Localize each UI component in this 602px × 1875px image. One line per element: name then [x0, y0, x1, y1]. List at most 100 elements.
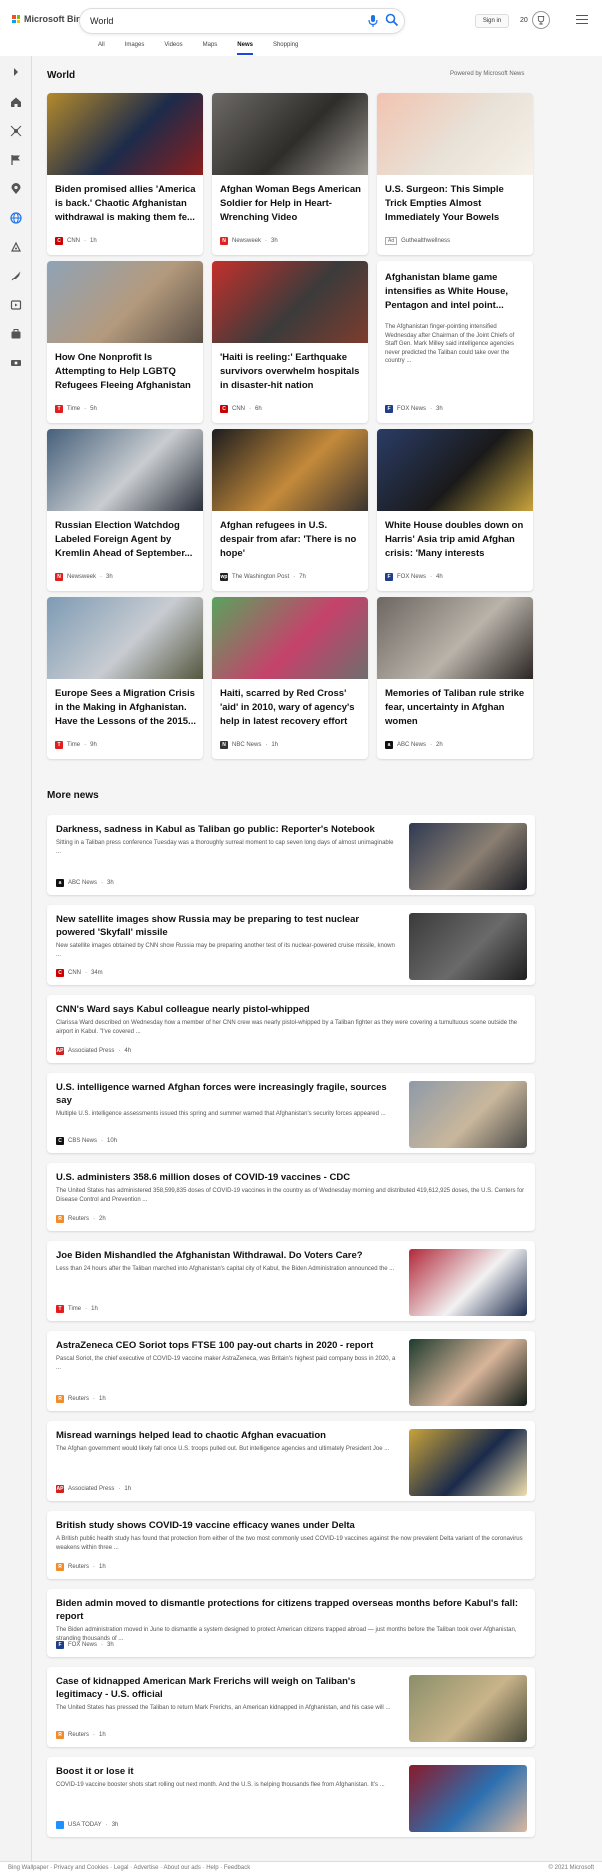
news-list-item[interactable]: Case of kidnapped American Mark Frerichs…	[47, 1667, 535, 1747]
news-card-image[interactable]	[212, 93, 368, 175]
news-card-image[interactable]	[212, 597, 368, 679]
news-item-title[interactable]: Joe Biden Mishandled the Afghanistan Wit…	[56, 1249, 396, 1262]
rewards-trophy-icon[interactable]	[532, 11, 550, 29]
news-source[interactable]: ABC News	[68, 880, 97, 886]
news-card-image[interactable]	[47, 429, 203, 511]
home-icon[interactable]	[10, 96, 22, 108]
news-source[interactable]: Guthealthwellness	[401, 238, 450, 244]
news-card[interactable]: Memories of Taliban rule strike fear, un…	[377, 597, 533, 759]
news-list-item[interactable]: Misread warnings helped lead to chaotic …	[47, 1421, 535, 1501]
tab-shopping[interactable]: Shopping	[263, 41, 308, 55]
news-card-title[interactable]: Russian Election Watchdog Labeled Foreig…	[55, 519, 197, 561]
news-item-title[interactable]: AstraZeneca CEO Soriot tops FTSE 100 pay…	[56, 1339, 396, 1352]
news-source[interactable]: Reuters	[68, 1564, 89, 1570]
news-item-thumbnail[interactable]	[409, 1429, 527, 1496]
news-source[interactable]: CNN	[67, 238, 80, 244]
news-item-thumbnail[interactable]	[409, 1339, 527, 1406]
news-source[interactable]: CNN	[232, 406, 245, 412]
news-source[interactable]: ABC News	[397, 742, 426, 748]
news-card[interactable]: How One Nonprofit Is Attempting to Help …	[47, 261, 203, 423]
news-card-image[interactable]	[212, 261, 368, 343]
news-item-thumbnail[interactable]	[409, 1675, 527, 1742]
news-item-title[interactable]: CNN's Ward says Kabul colleague nearly p…	[56, 1003, 526, 1016]
news-item-title[interactable]: Biden admin moved to dismantle protectio…	[56, 1597, 526, 1623]
news-card-image[interactable]	[212, 429, 368, 511]
news-item-thumbnail[interactable]	[409, 823, 527, 890]
news-source[interactable]: Time	[67, 406, 80, 412]
entertainment-icon[interactable]	[10, 299, 22, 311]
news-source[interactable]: NBC News	[232, 742, 261, 748]
news-list-item[interactable]: CNN's Ward says Kabul colleague nearly p…	[47, 995, 535, 1063]
news-item-thumbnail[interactable]	[409, 1765, 527, 1832]
tab-all[interactable]: All	[88, 41, 115, 55]
news-source[interactable]: The Washington Post	[232, 574, 289, 580]
news-source[interactable]: FOX News	[397, 574, 426, 580]
news-item-title[interactable]: New satellite images show Russia may be …	[56, 913, 396, 939]
news-card-image[interactable]	[47, 261, 203, 343]
news-list-item[interactable]: New satellite images show Russia may be …	[47, 905, 535, 985]
news-source[interactable]: Newsweek	[67, 574, 96, 580]
news-card-title[interactable]: Afghanistan blame game intensifies as Wh…	[385, 271, 527, 313]
news-source[interactable]: CNN	[68, 970, 81, 976]
news-list-item[interactable]: AstraZeneca CEO Soriot tops FTSE 100 pay…	[47, 1331, 535, 1411]
news-list-item[interactable]: Boost it or lose it COVID-19 vaccine boos…	[47, 1757, 535, 1837]
news-card[interactable]: Haiti, scarred by Red Cross' 'aid' in 20…	[212, 597, 368, 759]
expand-chevron-icon[interactable]	[10, 66, 22, 78]
news-card-title[interactable]: U.S. Surgeon: This Simple Trick Empties …	[385, 183, 527, 225]
news-item-thumbnail[interactable]	[409, 1081, 527, 1148]
news-source[interactable]: Associated Press	[68, 1486, 114, 1492]
news-item-title[interactable]: U.S. administers 358.6 million doses of …	[56, 1171, 526, 1184]
search-input[interactable]	[90, 13, 350, 29]
news-list-item[interactable]: U.S. intelligence warned Afghan forces w…	[47, 1073, 535, 1153]
news-source[interactable]: FOX News	[397, 406, 426, 412]
flag-icon[interactable]	[10, 154, 22, 166]
news-item-thumbnail[interactable]	[409, 1249, 527, 1316]
news-list-item[interactable]: British study shows COVID-19 vaccine eff…	[47, 1511, 535, 1579]
news-item-title[interactable]: Darkness, sadness in Kabul as Taliban go…	[56, 823, 396, 836]
news-source[interactable]: CBS News	[68, 1138, 97, 1144]
news-card-title[interactable]: Afghan Woman Begs American Soldier for H…	[220, 183, 362, 225]
news-card-title[interactable]: Afghan refugees in U.S. despair from afa…	[220, 519, 362, 561]
news-card[interactable]: Biden promised allies 'America is back.'…	[47, 93, 203, 255]
microphone-icon[interactable]	[367, 14, 379, 28]
news-item-title[interactable]: Misread warnings helped lead to chaotic …	[56, 1429, 396, 1442]
news-card[interactable]: Europe Sees a Migration Crisis in the Ma…	[47, 597, 203, 759]
news-list-item[interactable]: Biden admin moved to dismantle protectio…	[47, 1589, 535, 1657]
news-source[interactable]: Reuters	[68, 1396, 89, 1402]
news-list-item[interactable]: U.S. administers 358.6 million doses of …	[47, 1163, 535, 1231]
news-card-image[interactable]	[377, 429, 533, 511]
rewards-points[interactable]: 20	[520, 17, 528, 24]
bing-logo[interactable]: Microsoft Bing	[12, 14, 87, 24]
news-list-item[interactable]: Joe Biden Mishandled the Afghanistan Wit…	[47, 1241, 535, 1321]
news-source[interactable]: Newsweek	[232, 238, 261, 244]
news-item-title[interactable]: Boost it or lose it	[56, 1765, 396, 1778]
tab-videos[interactable]: Videos	[154, 41, 192, 55]
news-card[interactable]: U.S. Surgeon: This Simple Trick Empties …	[377, 93, 533, 255]
tech-icon[interactable]	[10, 241, 22, 253]
news-card-title[interactable]: Memories of Taliban rule strike fear, un…	[385, 687, 527, 729]
tab-images[interactable]: Images	[115, 41, 155, 55]
rocket-icon[interactable]	[10, 270, 22, 282]
news-card-title[interactable]: Biden promised allies 'America is back.'…	[55, 183, 197, 225]
news-card-image[interactable]	[377, 597, 533, 679]
news-card[interactable]: White House doubles down on Harris' Asia…	[377, 429, 533, 591]
news-card-title[interactable]: 'Haiti is reeling:' Earthquake survivors…	[220, 351, 362, 393]
news-source[interactable]: Time	[67, 742, 80, 748]
news-card-title[interactable]: White House doubles down on Harris' Asia…	[385, 519, 527, 561]
tab-news[interactable]: News	[227, 41, 263, 55]
news-item-title[interactable]: British study shows COVID-19 vaccine eff…	[56, 1519, 526, 1532]
news-card[interactable]: Afghan Woman Begs American Soldier for H…	[212, 93, 368, 255]
news-card-title[interactable]: How One Nonprofit Is Attempting to Help …	[55, 351, 197, 393]
news-list-item[interactable]: Darkness, sadness in Kabul as Taliban go…	[47, 815, 535, 895]
news-card[interactable]: Afghanistan blame game intensifies as Wh…	[377, 261, 533, 423]
news-item-title[interactable]: Case of kidnapped American Mark Frerichs…	[56, 1675, 396, 1701]
news-item-thumbnail[interactable]	[409, 913, 527, 980]
tab-maps[interactable]: Maps	[193, 41, 228, 55]
news-source[interactable]: USA TODAY	[68, 1822, 102, 1828]
news-card[interactable]: 'Haiti is reeling:' Earthquake survivors…	[212, 261, 368, 423]
news-card-image[interactable]	[377, 93, 533, 175]
news-source[interactable]: Time	[68, 1306, 81, 1312]
hamburger-menu-icon[interactable]	[576, 15, 588, 25]
news-card[interactable]: Afghan refugees in U.S. despair from afa…	[212, 429, 368, 591]
news-card-title[interactable]: Europe Sees a Migration Crisis in the Ma…	[55, 687, 197, 729]
